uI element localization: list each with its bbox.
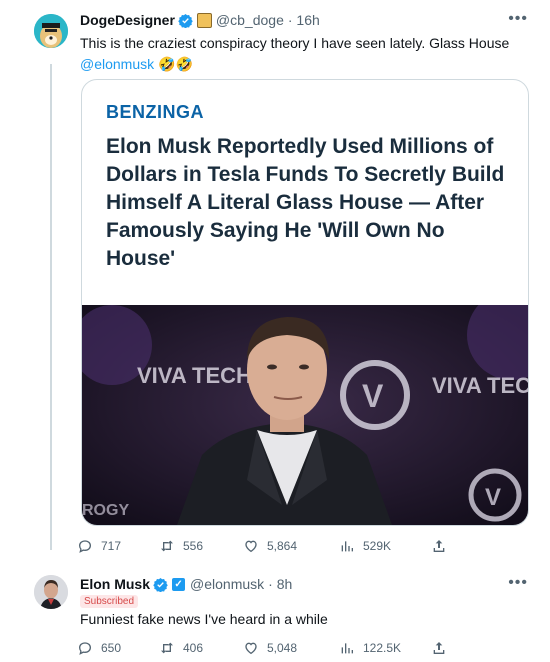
heart-icon: [245, 642, 257, 655]
svg-text:V: V: [362, 378, 384, 414]
tweet-text: This is the craziest conspiracy theory I…: [80, 33, 520, 75]
mention-link[interactable]: @elonmusk: [80, 56, 154, 72]
author-handle[interactable]: @elonmusk: [190, 576, 264, 592]
doge-avatar-icon: [34, 14, 68, 48]
views-icon: [341, 541, 353, 552]
thread-line: [50, 64, 52, 550]
reply-button[interactable]: 717: [77, 538, 159, 554]
article-card[interactable]: BENZINGA Elon Musk Reportedly Used Milli…: [81, 79, 529, 526]
reply-count: 717: [101, 539, 122, 553]
views-button[interactable]: 122.5K: [339, 640, 431, 656]
more-options-icon[interactable]: •••: [508, 574, 528, 592]
laughing-emoji: 🤣🤣: [158, 56, 193, 72]
x-affiliate-icon: ✓: [172, 577, 186, 591]
author-name[interactable]: DogeDesigner: [80, 12, 175, 28]
views-icon: [341, 643, 353, 654]
verified-badge-icon: [178, 13, 193, 28]
card-headline: Elon Musk Reportedly Used Millions of Do…: [106, 135, 505, 270]
subscribed-badge: Subscribed: [80, 595, 139, 608]
verified-badge-icon: [153, 577, 168, 592]
views-button[interactable]: 529K: [339, 538, 431, 554]
avatar-dogedesigner[interactable]: [34, 14, 68, 48]
share-button[interactable]: [431, 640, 455, 656]
retweet-count: 406: [183, 641, 204, 655]
retweet-button[interactable]: 406: [159, 640, 243, 656]
like-count: 5,864: [267, 539, 298, 553]
svg-text:V: V: [485, 484, 501, 511]
tweet-time[interactable]: · 16h: [288, 12, 320, 28]
reply-count: 650: [101, 641, 122, 655]
like-count: 5,048: [267, 641, 298, 655]
share-button[interactable]: [431, 538, 455, 554]
author-name[interactable]: Elon Musk: [80, 576, 150, 592]
card-brand: BENZINGA: [106, 102, 204, 122]
retweet-button[interactable]: 556: [159, 538, 243, 554]
reply-icon: [78, 540, 92, 553]
reply-button[interactable]: 650: [77, 640, 159, 656]
like-button[interactable]: 5,048: [243, 640, 339, 656]
more-options-icon[interactable]: •••: [508, 10, 528, 28]
retweet-icon: [161, 540, 173, 552]
share-icon: [433, 642, 445, 654]
reply-icon: [78, 642, 92, 655]
tweet-time[interactable]: · 8h: [268, 576, 292, 592]
views-count: 122.5K: [363, 641, 402, 655]
tweet-text: Funniest fake news I've heard in a while: [80, 611, 328, 627]
tweet2-actions: 650 406 5,048 122.5K: [77, 640, 455, 656]
avatar-elonmusk[interactable]: [34, 575, 68, 609]
doge-affiliate-icon: [196, 12, 212, 28]
like-button[interactable]: 5,864: [243, 538, 339, 554]
tweet-text-main: This is the craziest conspiracy theory I…: [80, 35, 510, 51]
tweet1-actions: 717 556 5,864 529K: [77, 538, 455, 554]
retweet-count: 556: [183, 539, 204, 553]
heart-icon: [245, 540, 257, 553]
article-photo: VIVA TECHNO V VIVA TECHNO V ROGY: [82, 305, 528, 525]
share-icon: [433, 540, 445, 552]
author-handle[interactable]: @cb_doge: [216, 12, 284, 28]
views-count: 529K: [363, 539, 392, 553]
retweet-icon: [161, 642, 173, 654]
photo-sign-right: VIVA TECHNO: [432, 373, 528, 398]
photo-sign-bottom: ROGY: [82, 502, 129, 519]
elon-avatar-icon: [34, 575, 68, 609]
